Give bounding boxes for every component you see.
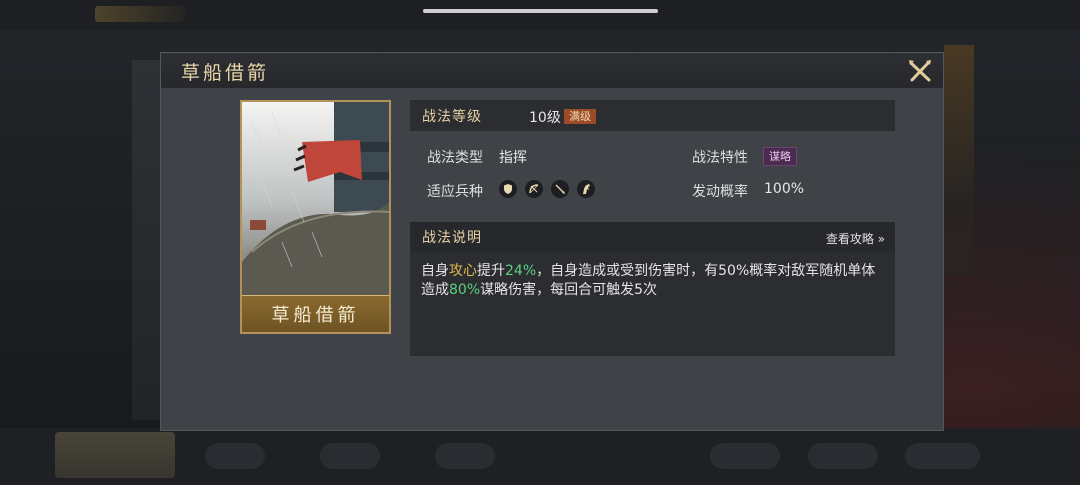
background-right-panel	[944, 45, 974, 275]
dialog-header: 草船借箭	[161, 53, 943, 88]
skill-description-panel: 战法说明 查看攻略 » 自身攻心提升24%，自身造成或受到伤害时，有50%概率对…	[410, 222, 895, 356]
description-segment-plain: 提升	[477, 263, 505, 279]
description-title: 战法说明	[422, 230, 482, 246]
skill-level-value: 10级	[529, 110, 561, 126]
horse-icon	[577, 180, 595, 198]
background-bottom-button	[55, 432, 175, 478]
description-segment-green: 24%	[505, 263, 537, 279]
spear-icon	[551, 180, 569, 198]
close-button[interactable]	[906, 57, 934, 85]
skill-level-label: 战法等级	[422, 109, 482, 125]
skill-description-text: 自身攻心提升24%，自身造成或受到伤害时，有50%概率对敌军随机单体造成80%谋…	[421, 262, 886, 300]
background-bottom-chip	[905, 443, 980, 469]
troop-types-label: 适应兵种	[427, 184, 483, 200]
home-indicator[interactable]	[423, 9, 658, 13]
description-segment-gold: 攻心	[449, 263, 477, 279]
skill-card-label: 草船借箭	[242, 295, 389, 332]
skill-type-label: 战法类型	[427, 150, 483, 166]
description-segment-plain: 谋略伤害，每回合可触发5次	[480, 282, 658, 298]
dialog-title: 草船借箭	[181, 62, 270, 84]
skill-type-value: 指挥	[499, 150, 527, 166]
description-segment-green: 80%	[449, 282, 481, 298]
background-left-panel	[132, 60, 160, 420]
bow-icon	[525, 180, 543, 198]
description-header: 战法说明 查看攻略 »	[410, 222, 895, 252]
background-bottom-chip	[435, 443, 495, 469]
max-level-badge: 满级	[564, 109, 596, 124]
trigger-rate-value: 100%	[764, 181, 805, 197]
skill-dialog: 草船借箭 草船借箭 战法等级 10级 满级 战法类型 指挥 战法特性 谋略 适应…	[160, 52, 944, 431]
view-guide-link[interactable]: 查看攻略 »	[826, 230, 885, 247]
shield-icon	[499, 180, 517, 198]
skill-level-row: 战法等级 10级 满级	[410, 100, 895, 131]
description-segment-plain: 自身	[421, 263, 449, 279]
skill-trait-badge: 谋略	[763, 147, 797, 166]
background-bottom-chip	[205, 443, 265, 469]
close-icon	[909, 60, 931, 82]
skill-artwork	[242, 102, 389, 298]
background-bottom-chip	[808, 443, 878, 469]
skill-trait-label: 战法特性	[692, 150, 748, 166]
background-logo	[95, 6, 185, 22]
background-bottom-chip	[710, 443, 780, 469]
trigger-rate-label: 发动概率	[692, 184, 748, 200]
background-bottom-chip	[320, 443, 380, 469]
skill-card-image: 草船借箭	[240, 100, 391, 334]
